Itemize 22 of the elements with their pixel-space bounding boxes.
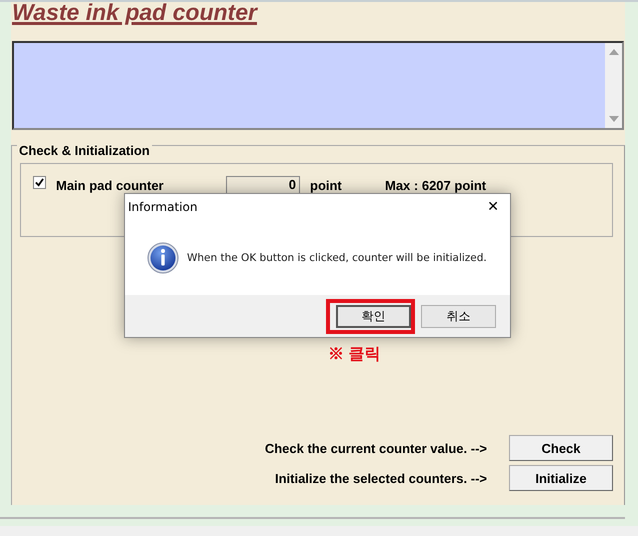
close-button[interactable]: ✕: [487, 199, 499, 215]
info-icon: [147, 242, 179, 274]
log-area[interactable]: [12, 41, 624, 130]
action-hint: Check the current counter value. -->: [264, 440, 487, 456]
unit-label: point: [310, 178, 343, 192]
dialog-message: When the OK button is clicked, counter will be initialized.: [187, 252, 487, 264]
counter-label: Main pad counter: [56, 178, 165, 192]
max-label: Max : 6207 point: [385, 178, 486, 192]
annotation-text: ※ 클릭: [328, 345, 380, 365]
group-legend: Check & Initialization: [17, 143, 152, 158]
dialog-button[interactable]: 확인: [336, 304, 411, 328]
action-button[interactable]: Check: [509, 435, 613, 461]
counter-value: 0: [226, 176, 300, 194]
scroll-up-icon[interactable]: [609, 49, 619, 55]
dialog-button[interactable]: 취소: [421, 304, 496, 328]
page-title: Waste ink pad counter: [12, 2, 257, 25]
dialog-title: Information: [128, 200, 198, 214]
scroll-down-icon[interactable]: [609, 116, 619, 122]
action-hint: Initialize the selected counters. -->: [274, 470, 487, 486]
checkbox[interactable]: [33, 176, 46, 188]
scrollbar[interactable]: [605, 43, 622, 128]
action-button[interactable]: Initialize: [509, 465, 613, 491]
